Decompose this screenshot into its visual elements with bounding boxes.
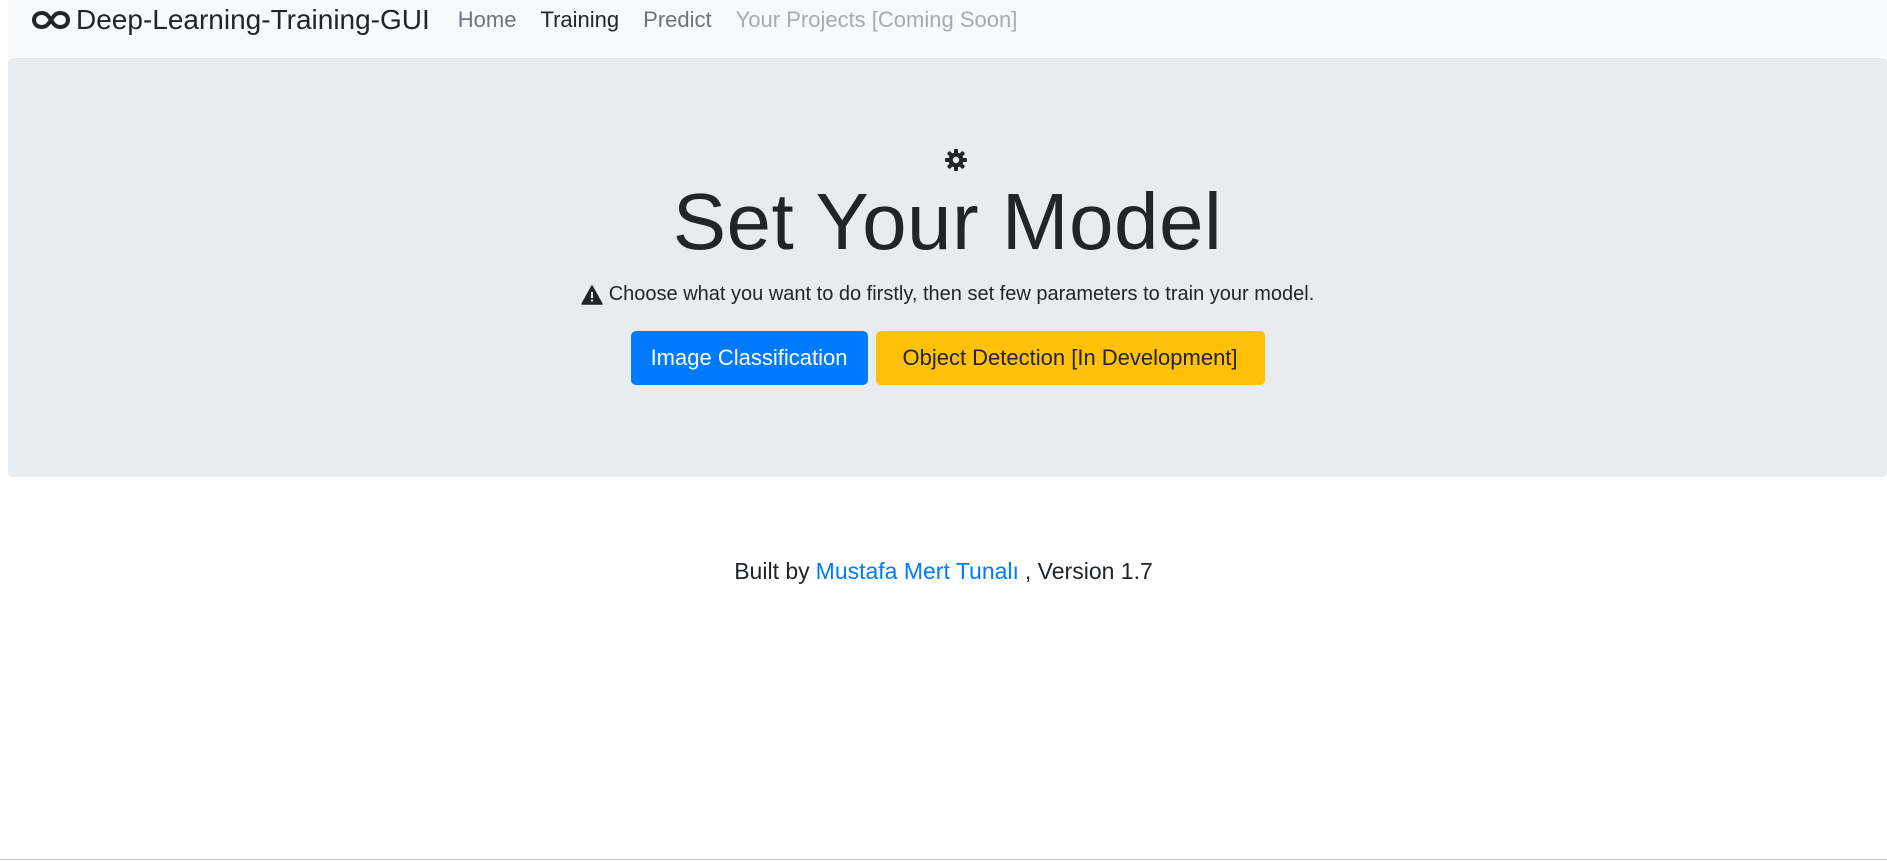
nav-your-projects: Your Projects [Coming Soon] <box>735 6 1018 32</box>
infinity-icon <box>32 10 70 30</box>
brand-link[interactable]: Deep-Learning-Training-GUI <box>32 4 430 36</box>
lead-text: Choose what you want to do firstly, then… <box>608 283 1315 305</box>
bottom-divider <box>0 859 1887 860</box>
nav-predict[interactable]: Predict <box>643 7 711 33</box>
warning-icon <box>580 284 603 305</box>
nav-links: Home Training Predict Your Projects [Com… <box>458 7 1042 33</box>
footer-prefix: Built by <box>734 558 810 584</box>
image-classification-button[interactable]: Image Classification <box>630 331 868 385</box>
gear-icon <box>944 148 968 172</box>
brand-title: Deep-Learning-Training-GUI <box>76 3 430 35</box>
footer: Built by Mustafa Mert Tunalı , Version 1… <box>0 558 1887 585</box>
navbar: Deep-Learning-Training-GUI Home Training… <box>8 0 1887 57</box>
page-title: Set Your Model <box>672 177 1223 266</box>
object-detection-button[interactable]: Object Detection [In Development] <box>875 331 1265 385</box>
hero-panel: Set Your Model Choose what you want to d… <box>8 58 1887 477</box>
footer-version: , Version 1.7 <box>1024 558 1153 584</box>
nav-training[interactable]: Training <box>540 7 619 33</box>
lead-line: Choose what you want to do firstly, then… <box>8 283 1887 306</box>
page: Deep-Learning-Training-GUI Home Training… <box>0 0 1887 861</box>
action-buttons: Image Classification Object Detection [I… <box>8 331 1887 385</box>
author-link[interactable]: Mustafa Mert Tunalı <box>816 558 1019 585</box>
nav-home[interactable]: Home <box>458 7 517 33</box>
